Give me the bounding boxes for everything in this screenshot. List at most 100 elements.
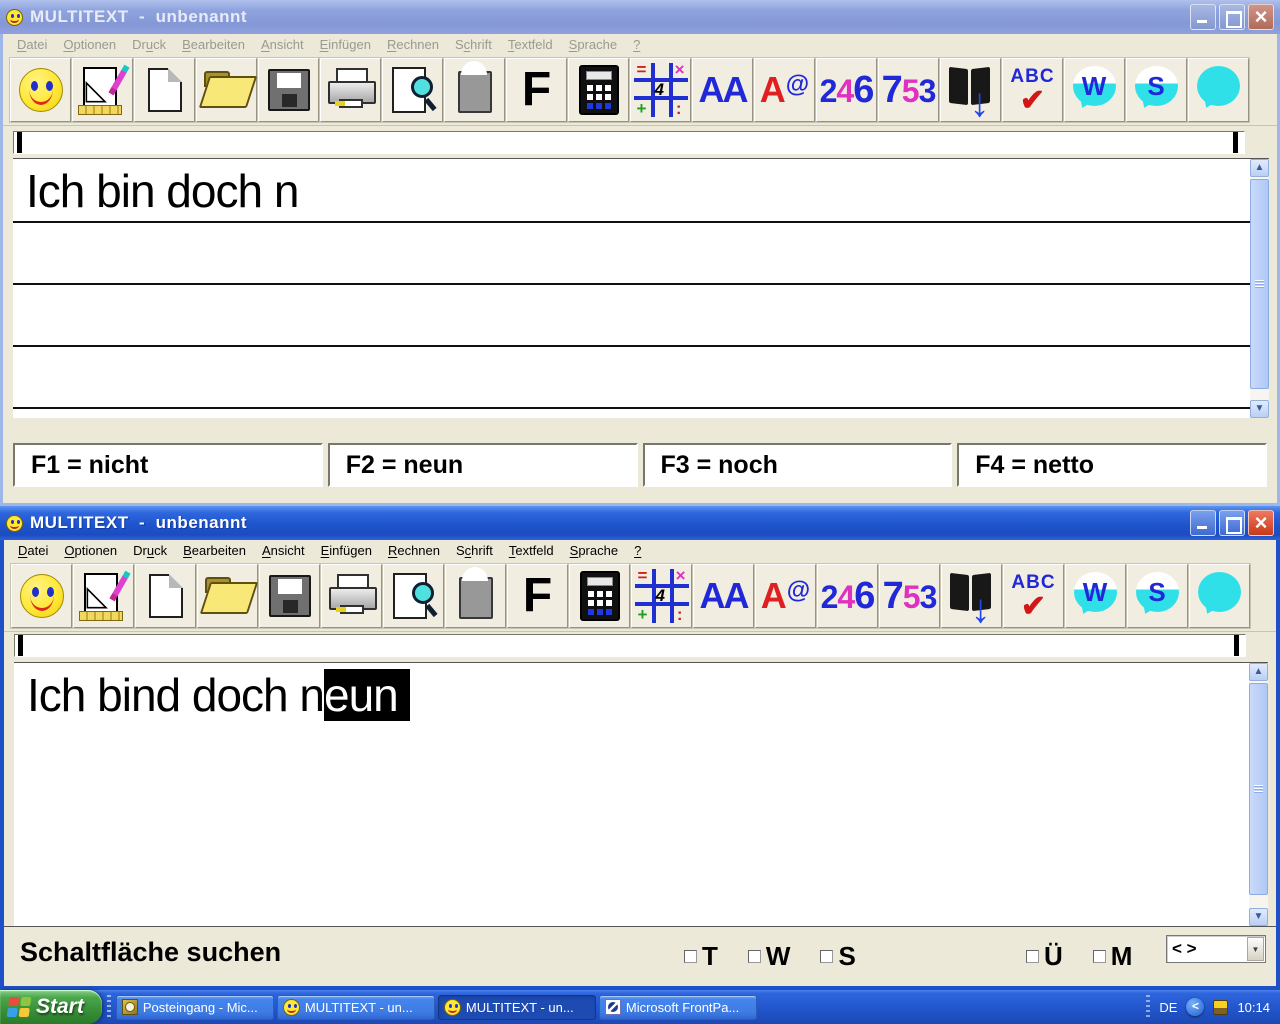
document-text[interactable]: Ich bin doch n <box>26 164 298 218</box>
toolbar-button-open-folder[interactable] <box>197 564 258 628</box>
toolbar-button-gray-book[interactable] <box>444 58 505 122</box>
titlebar[interactable]: MULTITEXT - unbenannt <box>0 506 1280 540</box>
maximize-button[interactable] <box>1219 4 1245 30</box>
close-button[interactable] <box>1248 4 1274 30</box>
scroll-up-button[interactable]: ▲ <box>1250 159 1269 177</box>
vertical-scrollbar[interactable]: ▲ ▼ <box>1250 159 1269 418</box>
menu-item-datei[interactable]: Datei <box>9 35 55 54</box>
toolbar-button-numbers-753[interactable]: 753 <box>878 58 939 122</box>
checkbox-M-box[interactable] <box>1093 950 1106 963</box>
menu-item-einfgen[interactable]: Einfügen <box>312 35 379 54</box>
scroll-down-button[interactable]: ▼ <box>1249 908 1268 926</box>
scroll-down-button[interactable]: ▼ <box>1250 400 1269 418</box>
checkbox-T-box[interactable] <box>684 950 697 963</box>
toolbar-button-new-document[interactable] <box>135 564 196 628</box>
toolbar-button-spellcheck-abc[interactable]: ABC✔ <box>1002 58 1063 122</box>
checkbox-S[interactable]: S <box>820 941 855 972</box>
toolbar-button-dictionary-download[interactable]: ↓ <box>940 58 1001 122</box>
menu-item-einfgen[interactable]: Einfügen <box>313 541 380 560</box>
toolbar-button-letters-aa[interactable]: AA <box>692 58 753 122</box>
toolbar-button-speech-bubble[interactable] <box>1188 58 1249 122</box>
vertical-scrollbar[interactable]: ▲ ▼ <box>1249 663 1268 926</box>
toolbar-button-speech-bubble[interactable] <box>1189 564 1250 628</box>
toolbar-button-open-folder[interactable] <box>196 58 257 122</box>
toolbar-button-print[interactable] <box>321 564 382 628</box>
menu-item-textfeld[interactable]: Textfeld <box>500 35 561 54</box>
menu-item-ansicht[interactable]: Ansicht <box>254 541 313 560</box>
toolbar-button-math-grid[interactable]: =×4+: <box>630 58 691 122</box>
dropdown-arrow-icon[interactable]: ▼ <box>1247 937 1264 961</box>
toolbar-button-letter-at[interactable]: A@ <box>755 564 816 628</box>
toolbar-button-print-preview[interactable] <box>383 564 444 628</box>
close-button[interactable] <box>1248 510 1274 536</box>
toolbar-button-calculator[interactable] <box>569 564 630 628</box>
menu-item-druck[interactable]: Druck <box>125 541 175 560</box>
checkbox-M[interactable]: M <box>1093 941 1133 972</box>
f2-prediction[interactable]: F2 = neun <box>328 443 638 487</box>
hide-icons-chevron[interactable]: < <box>1186 998 1204 1016</box>
toolbar-button-math-grid[interactable]: =×4+: <box>631 564 692 628</box>
toolbar-button-speech-sentence[interactable]: S <box>1127 564 1188 628</box>
text-editor-area[interactable]: Ich bin doch n ▲ ▼ <box>13 158 1269 418</box>
toolbar-button-dictionary-download[interactable]: ↓ <box>941 564 1002 628</box>
checkbox-T[interactable]: T <box>684 941 718 972</box>
toolbar-button-save[interactable] <box>259 564 320 628</box>
scroll-up-button[interactable]: ▲ <box>1249 663 1268 681</box>
menu-item-bearbeiten[interactable]: Bearbeiten <box>174 35 253 54</box>
toolbar-button-speech-word[interactable]: W <box>1065 564 1126 628</box>
checkbox-W[interactable]: W <box>748 941 791 972</box>
clock[interactable]: 10:14 <box>1237 1000 1270 1015</box>
menu-item-schrift[interactable]: Schrift <box>447 35 500 54</box>
minimize-button[interactable] <box>1190 510 1216 536</box>
menu-item-datei[interactable]: Datei <box>10 541 56 560</box>
f4-prediction[interactable]: F4 = netto <box>957 443 1267 487</box>
checkbox-Ü[interactable]: Ü <box>1026 941 1063 972</box>
titlebar[interactable]: MULTITEXT - unbenannt <box>0 0 1280 34</box>
menu-item-rechnen[interactable]: Rechnen <box>379 35 447 54</box>
text-editor-area[interactable]: Ich bind doch neun ▲ ▼ <box>14 662 1268 926</box>
taskbar-task-button[interactable]: Microsoft FrontPa... <box>599 995 757 1020</box>
toolbar-button-speech-sentence[interactable]: S <box>1126 58 1187 122</box>
toolbar-button-gray-book[interactable] <box>445 564 506 628</box>
scrollbar-thumb[interactable] <box>1249 683 1268 895</box>
menu-item-help[interactable]: ? <box>626 541 649 560</box>
language-indicator[interactable]: DE <box>1159 1000 1177 1015</box>
toolbar-button-letters-aa[interactable]: AA <box>693 564 754 628</box>
minimize-button[interactable] <box>1190 4 1216 30</box>
toolbar-button-letter-at[interactable]: A@ <box>754 58 815 122</box>
scrollbar-thumb[interactable] <box>1250 179 1269 389</box>
toolbar-button-draw-tools[interactable]: ◺ <box>72 58 133 122</box>
menu-item-schrift[interactable]: Schrift <box>448 541 501 560</box>
toolbar-button-font-f[interactable]: F <box>506 58 567 122</box>
menu-item-sprache[interactable]: Sprache <box>562 541 626 560</box>
document-text[interactable]: Ich bind doch neun <box>27 668 410 722</box>
menu-item-bearbeiten[interactable]: Bearbeiten <box>175 541 254 560</box>
toolbar-button-calculator[interactable] <box>568 58 629 122</box>
toolbar-button-font-f[interactable]: F <box>507 564 568 628</box>
taskbar-task-button[interactable]: MULTITEXT - un... <box>277 995 435 1020</box>
toolbar-button-new-document[interactable] <box>134 58 195 122</box>
checkbox-Ü-box[interactable] <box>1026 950 1039 963</box>
toolbar-button-print-preview[interactable] <box>382 58 443 122</box>
menu-item-help[interactable]: ? <box>625 35 648 54</box>
maximize-button[interactable] <box>1219 510 1245 536</box>
menu-item-optionen[interactable]: Optionen <box>55 35 124 54</box>
toolbar-button-smiley[interactable] <box>11 564 72 628</box>
menu-item-ansicht[interactable]: Ansicht <box>253 35 312 54</box>
toolbar-button-numbers-246[interactable]: 246 <box>816 58 877 122</box>
toolbar-button-spellcheck-abc[interactable]: ABC✔ <box>1003 564 1064 628</box>
taskbar-task-button[interactable]: Posteingang - Mic... <box>116 995 274 1020</box>
toolbar-button-smiley[interactable] <box>10 58 71 122</box>
navigation-dropdown[interactable]: < > ▼ <box>1166 935 1266 963</box>
checkbox-W-box[interactable] <box>748 950 761 963</box>
toolbar-button-numbers-246[interactable]: 246 <box>817 564 878 628</box>
menu-item-optionen[interactable]: Optionen <box>56 541 125 560</box>
tray-app-icon[interactable] <box>1213 1000 1228 1015</box>
toolbar-button-draw-tools[interactable]: ◺ <box>73 564 134 628</box>
menu-item-druck[interactable]: Druck <box>124 35 174 54</box>
menu-item-rechnen[interactable]: Rechnen <box>380 541 448 560</box>
taskbar-task-button[interactable]: MULTITEXT - un... <box>438 995 596 1020</box>
toolbar-button-save[interactable] <box>258 58 319 122</box>
toolbar-button-numbers-753[interactable]: 753 <box>879 564 940 628</box>
toolbar-button-print[interactable] <box>320 58 381 122</box>
